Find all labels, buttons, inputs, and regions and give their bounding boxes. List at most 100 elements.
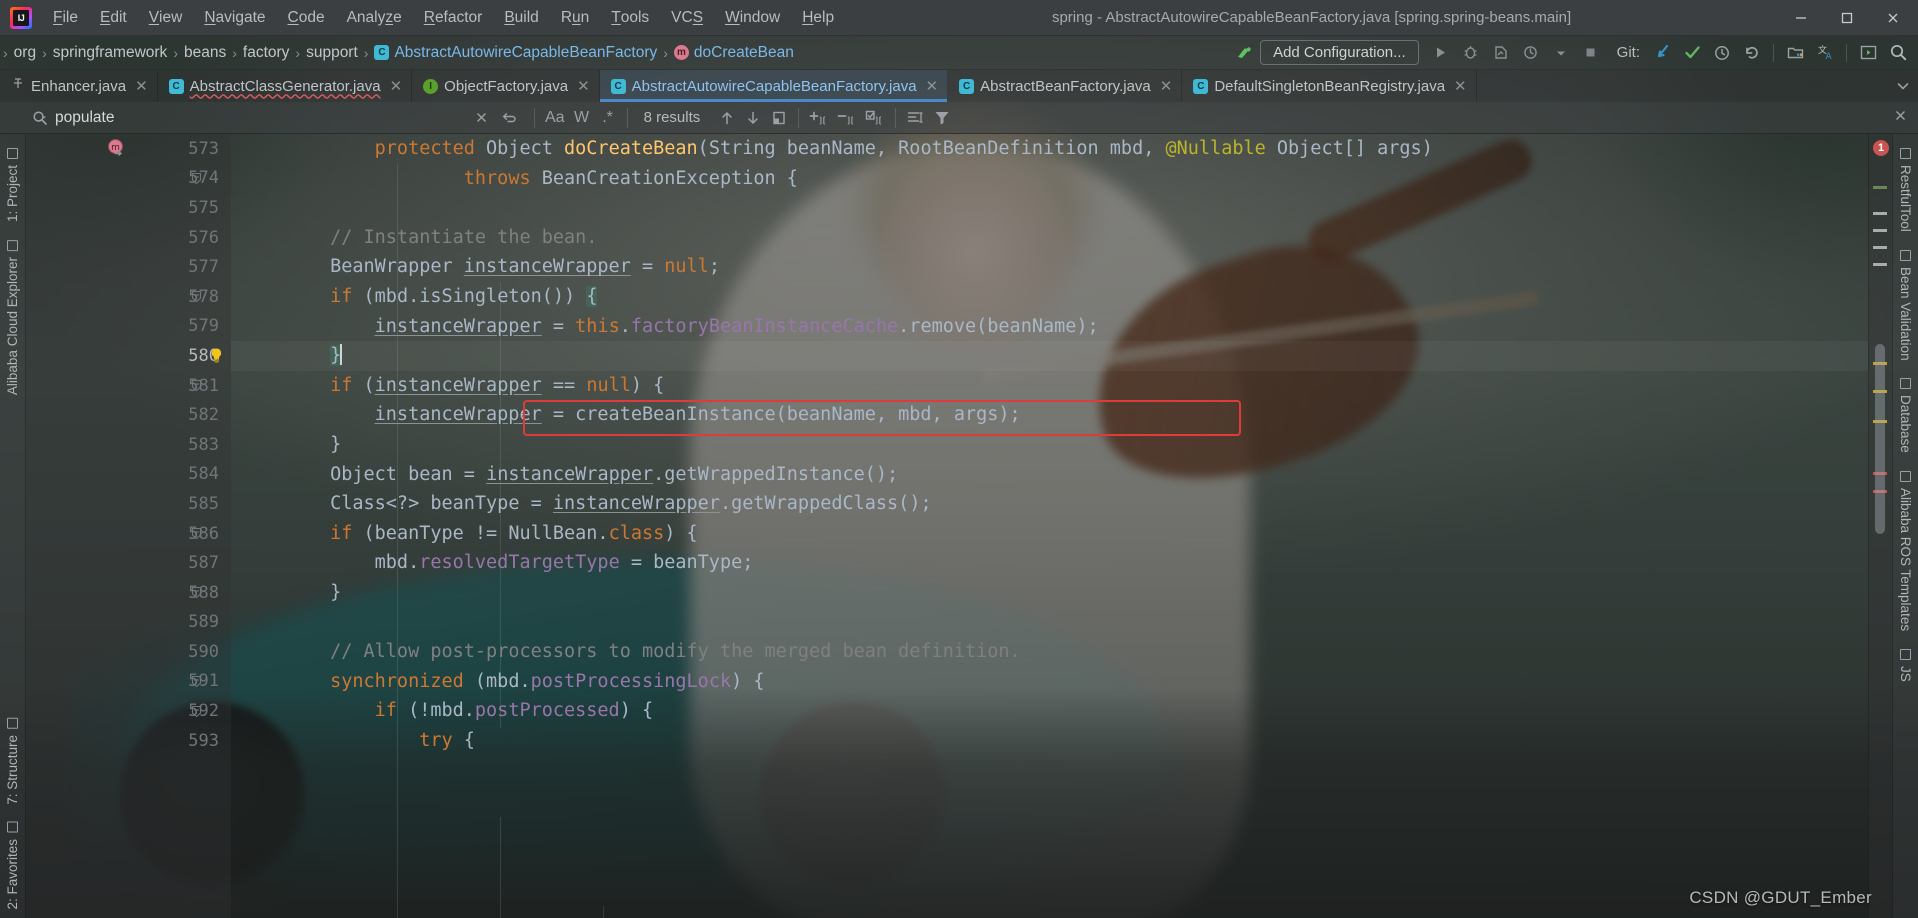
gutter-row[interactable]: 582 (26, 400, 231, 430)
code-line[interactable]: } (231, 341, 1868, 371)
editor-tab-abstractbeanfactory[interactable]: C AbstractBeanFactory.java ✕ (948, 70, 1183, 102)
remove-selection-icon[interactable] (833, 106, 861, 130)
find-next-icon[interactable] (740, 106, 766, 130)
error-stripe-marker-panel[interactable]: 1 (1868, 134, 1892, 918)
code-content[interactable]: protected Object doCreateBean(String bea… (231, 134, 1868, 918)
method-override-icon[interactable]: m (106, 138, 127, 159)
tool-window-beanvalidation[interactable]: Bean Validation (1894, 242, 1917, 369)
gutter-row[interactable]: 590 (26, 637, 231, 667)
gutter-row[interactable]: 585 (26, 489, 231, 519)
fold-collapse-icon[interactable] (190, 172, 203, 185)
gutter-row[interactable]: 574 (26, 164, 231, 194)
intention-bulb-icon[interactable] (208, 347, 225, 364)
coverage-icon[interactable] (1487, 40, 1515, 66)
tool-window-restfultool[interactable]: RestfulTool (1894, 140, 1917, 240)
code-line[interactable]: mbd.resolvedTargetType = beanType; (231, 548, 1868, 578)
gutter-row[interactable]: 580 (26, 341, 231, 371)
code-line[interactable] (231, 193, 1868, 223)
fold-collapse-icon[interactable] (190, 675, 203, 688)
preview-icon[interactable] (902, 106, 929, 130)
menu-tools[interactable]: Tools (600, 0, 660, 35)
gutter-row[interactable]: 584 (26, 460, 231, 490)
tool-window-database[interactable]: Database (1894, 370, 1917, 461)
error-count-badge[interactable]: 1 (1873, 140, 1889, 156)
regex-toggle[interactable]: .* (595, 106, 621, 130)
breadcrumb-item-factory[interactable]: factory (238, 36, 295, 69)
editor-scrollbar-thumb[interactable] (1875, 344, 1885, 534)
gutter-row[interactable]: 591 (26, 667, 231, 697)
gutter-row[interactable]: 593 (26, 726, 231, 756)
debug-icon[interactable] (1457, 40, 1485, 66)
menu-navigate[interactable]: Navigate (193, 0, 276, 35)
code-line[interactable]: } (231, 578, 1868, 608)
tool-window-structure[interactable]: 7: Structure (1, 710, 24, 813)
search-everywhere-icon[interactable] (1884, 40, 1912, 66)
menu-vcs[interactable]: VC S (660, 0, 714, 35)
maximize-button[interactable] (1824, 0, 1870, 36)
tool-window-project[interactable]: 1: Project (1, 140, 24, 230)
close-tab-icon[interactable]: ✕ (390, 77, 403, 95)
search-input[interactable]: populate (28, 102, 528, 133)
breadcrumb-item-beans[interactable]: beans (179, 36, 231, 69)
breadcrumb-item-abstractautowirecapablebeanfactory[interactable]: C AbstractAutowireCapableBeanFactory (369, 36, 662, 69)
code-line[interactable]: instanceWrapper = createBeanInstance(bea… (231, 400, 1868, 430)
menu-help[interactable]: Help (791, 0, 845, 35)
run-icon[interactable] (1427, 40, 1455, 66)
tool-window-js[interactable]: JS (1894, 641, 1917, 690)
code-line[interactable]: if (beanType != NullBean.class) { (231, 519, 1868, 549)
code-line[interactable]: if (!mbd.postProcessed) { (231, 696, 1868, 726)
git-update-icon[interactable] (1648, 40, 1676, 66)
close-button[interactable] (1870, 0, 1916, 36)
gutter-row[interactable]: 587 (26, 548, 231, 578)
editor-tab-objectfactory[interactable]: I ObjectFactory.java ✕ (412, 70, 600, 102)
tool-window-alibabarostemplates[interactable]: Alibaba ROS Templates (1894, 463, 1917, 639)
show-hidden-tabs-icon[interactable] (1888, 70, 1918, 102)
tool-window-alibabacloudexplorer[interactable]: Alibaba Cloud Explorer (1, 232, 24, 403)
code-line[interactable]: } (231, 430, 1868, 460)
menu-build[interactable]: Build (493, 0, 549, 35)
git-rollback-icon[interactable] (1738, 40, 1766, 66)
fold-collapse-icon[interactable] (190, 586, 203, 599)
code-line[interactable]: if (mbd.isSingleton()) { (231, 282, 1868, 312)
whole-words-toggle[interactable]: W (569, 106, 595, 130)
code-line[interactable]: // Allow post-processors to modify the m… (231, 637, 1868, 667)
editor-gutter[interactable]: m 573 574 575 576 577 578 579 580 581 582 583 584 585… (26, 134, 231, 918)
code-line[interactable]: synchronized (mbd.postProcessingLock) { (231, 667, 1868, 697)
code-line[interactable]: Object bean = instanceWrapper.getWrapped… (231, 460, 1868, 490)
select-all-occurrences-icon[interactable] (861, 106, 889, 130)
close-tab-icon[interactable]: ✕ (1454, 77, 1467, 95)
select-in-file-icon[interactable] (766, 106, 792, 130)
add-selection-icon[interactable] (805, 106, 833, 130)
gutter-row[interactable]: 577 (26, 252, 231, 282)
tool-window-favorites[interactable]: 2: Favorites (1, 814, 24, 918)
code-line[interactable]: instanceWrapper = this.factoryBeanInstan… (231, 312, 1868, 342)
breadcrumb-item-springframework[interactable]: springframework (48, 36, 173, 69)
match-case-toggle[interactable]: Aa (541, 106, 569, 130)
chevron-down-icon[interactable] (1547, 40, 1575, 66)
code-line[interactable]: throws BeanCreationException { (231, 164, 1868, 194)
search-history-icon[interactable] (496, 106, 522, 130)
fold-collapse-icon[interactable] (190, 705, 203, 718)
gutter-row[interactable]: 589 (26, 608, 231, 638)
code-line[interactable]: try { (231, 726, 1868, 756)
gutter-row[interactable]: 579 (26, 312, 231, 342)
error-stripe-mark[interactable] (1873, 246, 1887, 249)
gutter-row[interactable]: 576 (26, 223, 231, 253)
error-stripe-mark[interactable] (1873, 186, 1887, 189)
editor-tab-abstractautowirecapablebeanfactory[interactable]: C AbstractAutowireCapableBeanFactory.java… (599, 70, 949, 102)
terminal-icon[interactable] (1854, 40, 1882, 66)
menu-analyze[interactable]: Analy z e (336, 0, 413, 35)
code-line[interactable]: // Instantiate the bean. (231, 223, 1868, 253)
editor-tab-defaultsingletonbeanregistry[interactable]: C DefaultSingletonBeanRegistry.java ✕ (1182, 70, 1477, 102)
editor-tab-enhancer[interactable]: Enhancer.java ✕ (0, 70, 158, 102)
menu-file[interactable]: File (42, 0, 89, 35)
close-tab-icon[interactable]: ✕ (577, 77, 590, 95)
error-stripe-mark[interactable] (1873, 212, 1887, 215)
gutter-row[interactable]: 581 (26, 371, 231, 401)
code-line[interactable]: Class<?> beanType = instanceWrapper.getW… (231, 489, 1868, 519)
code-line[interactable]: if (instanceWrapper == null) { (231, 371, 1868, 401)
filter-icon[interactable] (929, 106, 956, 130)
code-line[interactable] (231, 608, 1868, 638)
clear-search-icon[interactable] (468, 106, 494, 130)
fold-collapse-icon[interactable] (190, 290, 203, 303)
